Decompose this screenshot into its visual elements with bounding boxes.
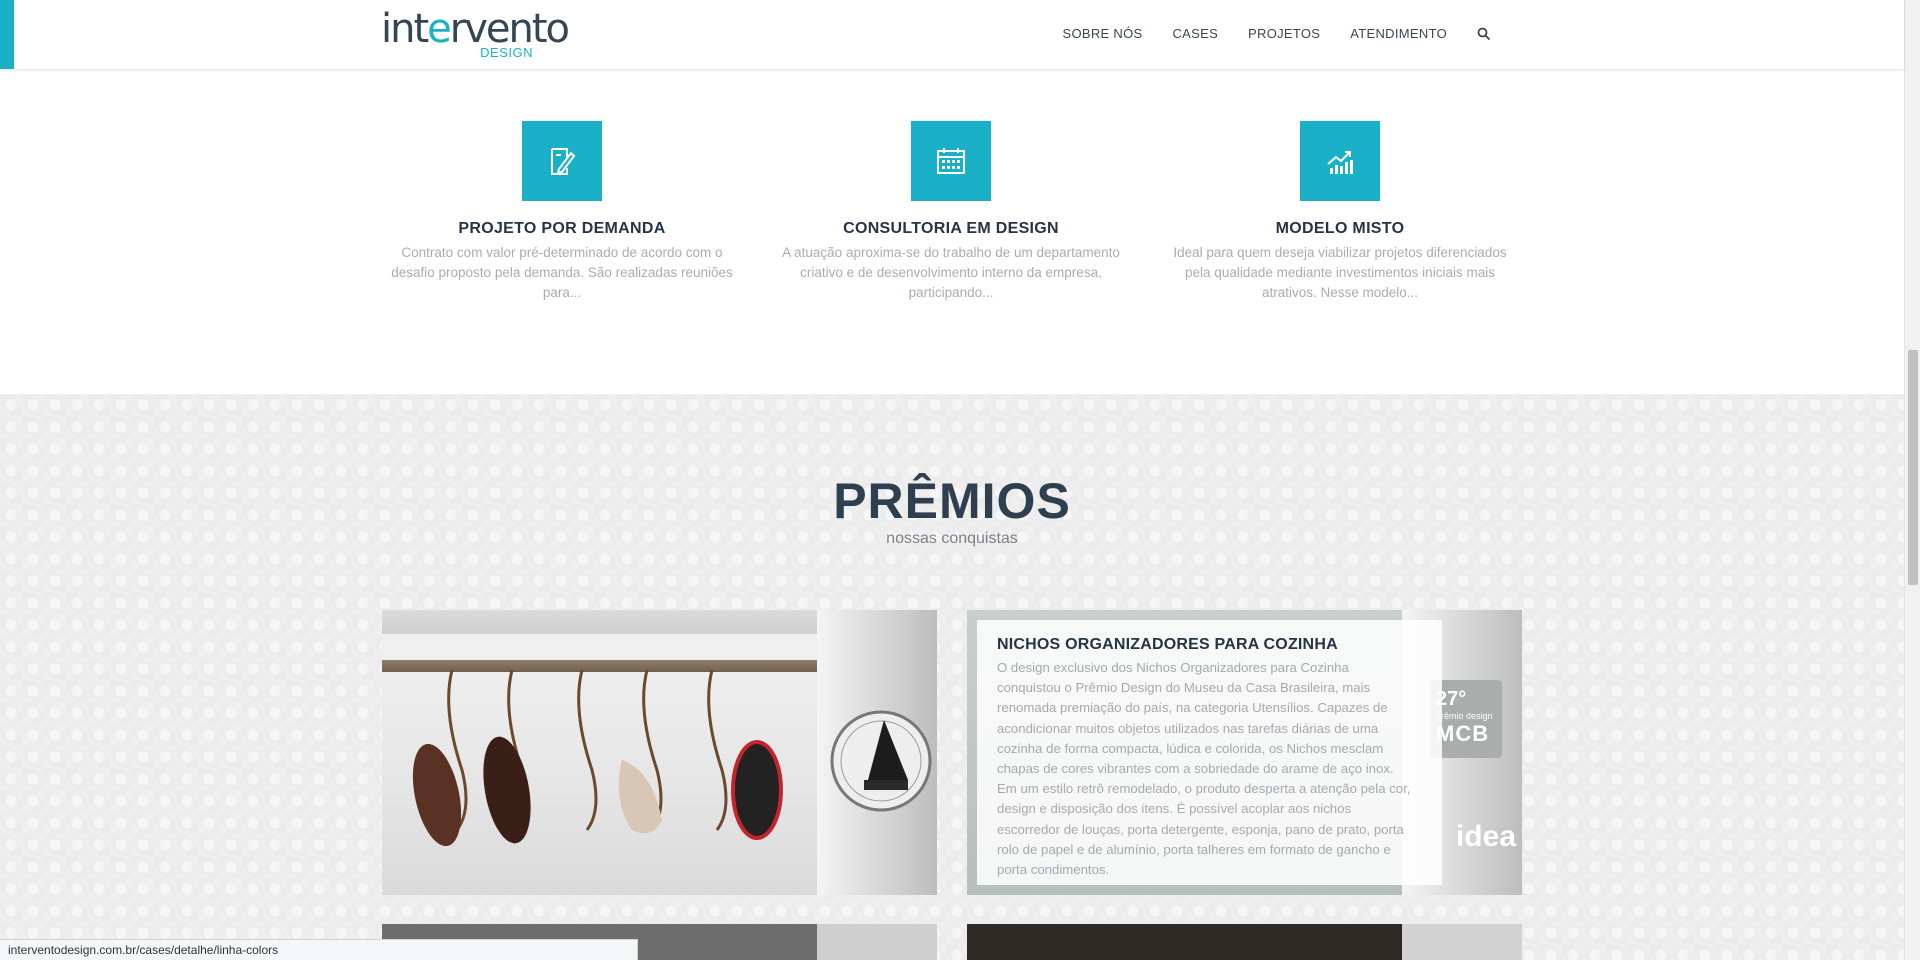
logo[interactable]: intervento DESIGN — [381, 6, 570, 62]
award-title: NICHOS ORGANIZADORES PARA COZINHA — [997, 636, 1338, 653]
site-header: intervento DESIGN SOBRE NÓS CASES PROJET… — [0, 0, 1904, 69]
service-projeto-por-demanda[interactable]: PROJETO POR DEMANDA Contrato com valor p… — [382, 121, 742, 303]
main-nav: SOBRE NÓS CASES PROJETOS ATENDIMENTO — [1062, 26, 1491, 41]
awards-section: PRÊMIOS nossas conquistas 27° prêmio des… — [0, 394, 1904, 960]
service-description: Ideal para quem deseja viabilizar projet… — [1173, 245, 1507, 300]
award-detail-overlay: NICHOS ORGANIZADORES PARA COZINHA O desi… — [977, 620, 1442, 885]
services-section: PROJETO POR DEMANDA Contrato com valor p… — [0, 69, 1904, 394]
scrollbar-thumb[interactable] — [1908, 350, 1918, 585]
idea-award-logo: idea — [1455, 820, 1516, 853]
service-modelo-misto[interactable]: MODELO MISTO Ideal para quem deseja viab… — [1160, 121, 1520, 303]
header-accent-bar — [0, 0, 14, 69]
service-description: Contrato com valor pré-determinado de ac… — [391, 245, 733, 300]
award-card-shoe-rack[interactable] — [382, 610, 937, 895]
nav-item-atendimento[interactable]: ATENDIMENTO — [1350, 26, 1447, 41]
award-card-next-right[interactable] — [967, 924, 1522, 960]
nav-item-cases[interactable]: CASES — [1172, 26, 1218, 41]
browser-status-bar: interventodesign.com.br/cases/detalhe/li… — [0, 939, 638, 960]
growth-chart-icon — [1300, 121, 1380, 201]
service-consultoria-em-design[interactable]: CONSULTORIA EM DESIGN A atuação aproxima… — [771, 121, 1131, 303]
logo-text: intervento — [381, 6, 570, 52]
award-seal-icon — [830, 710, 932, 812]
service-description: A atuação aproxima-se do trabalho de um … — [782, 245, 1120, 300]
award-card-nichos[interactable]: 27° prêmio design MCB idea NICHOS ORGANI… — [967, 610, 1522, 895]
nav-item-projetos[interactable]: PROJETOS — [1248, 26, 1320, 41]
calendar-icon — [911, 121, 991, 201]
service-title: CONSULTORIA EM DESIGN — [843, 220, 1059, 237]
search-icon[interactable] — [1477, 27, 1491, 41]
logo-subtext: DESIGN — [480, 45, 533, 60]
service-title: PROJETO POR DEMANDA — [458, 220, 666, 237]
shoe-rack-image — [412, 669, 783, 847]
awards-subtitle: nossas conquistas — [886, 530, 1018, 547]
awards-heading: PRÊMIOS — [833, 473, 1071, 529]
page-scrollbar[interactable] — [1904, 0, 1920, 960]
nav-item-sobre-nos[interactable]: SOBRE NÓS — [1062, 26, 1142, 41]
service-title: MODELO MISTO — [1275, 220, 1405, 237]
document-edit-icon — [522, 121, 602, 201]
award-description: O design exclusivo dos Nichos Organizado… — [997, 660, 1411, 878]
